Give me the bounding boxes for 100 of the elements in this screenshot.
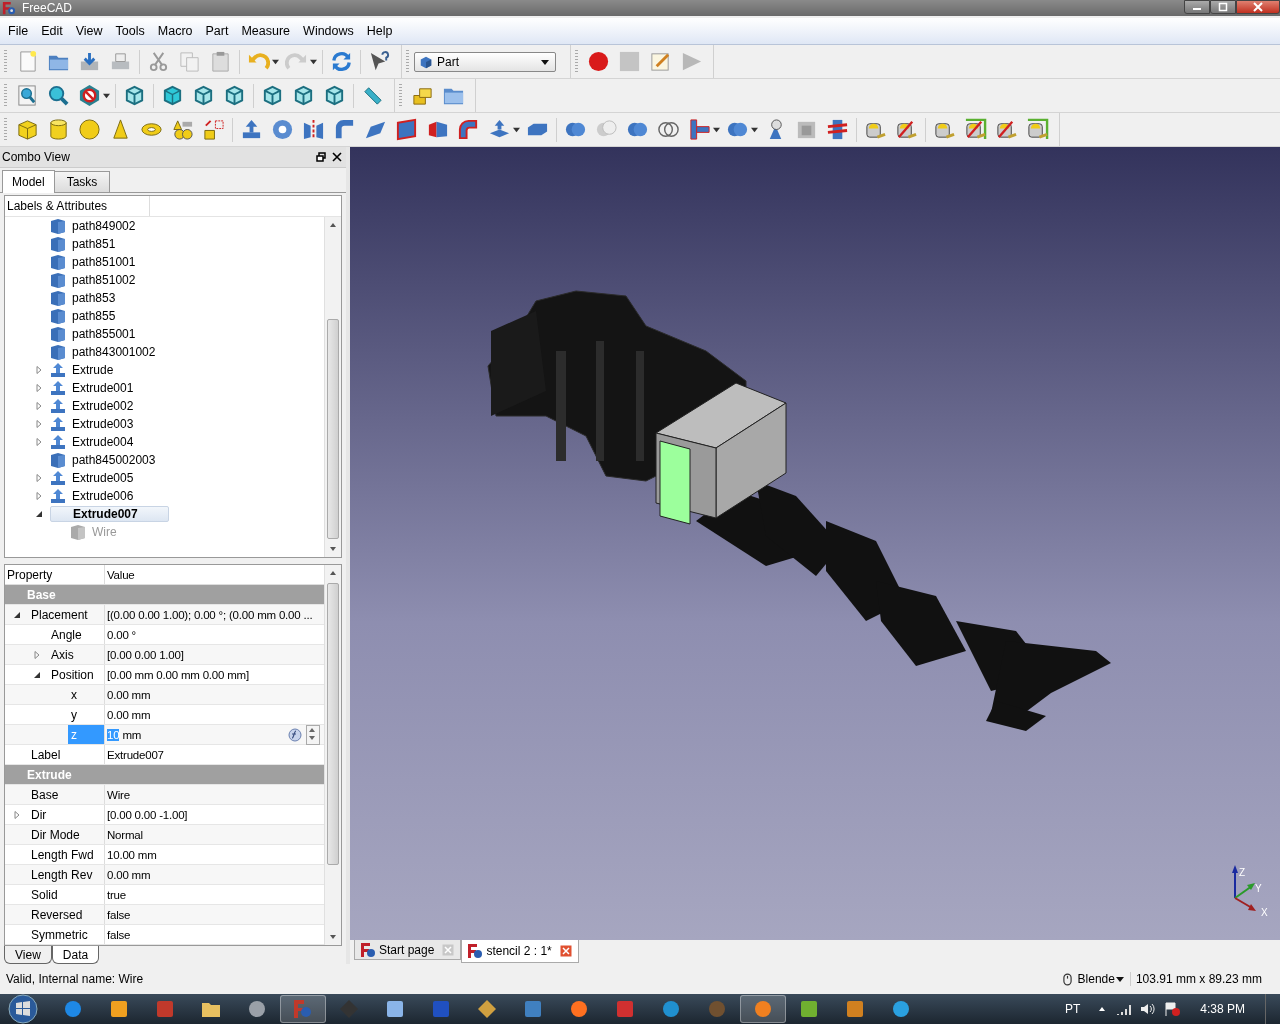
- menu-item[interactable]: Windows: [298, 22, 362, 40]
- flag-icon[interactable]: [1164, 1002, 1181, 1016]
- start-button[interactable]: [8, 994, 38, 1024]
- save-icon[interactable]: [78, 50, 101, 73]
- app-icon[interactable]: [753, 999, 773, 1019]
- wireframe-cube-icon[interactable]: [323, 84, 346, 107]
- caret-icon[interactable]: [751, 126, 758, 133]
- measure-icon[interactable]: [964, 118, 987, 141]
- measure-icon[interactable]: [1026, 118, 1049, 141]
- shape-builder-icon[interactable]: [202, 118, 225, 141]
- maximize-button[interactable]: [1210, 0, 1236, 14]
- expand-arrow-icon[interactable]: [35, 509, 43, 518]
- caret-icon[interactable]: [310, 58, 317, 65]
- document-tab[interactable]: Start page: [354, 940, 462, 960]
- tree-item[interactable]: Extrude004: [72, 433, 138, 450]
- property-name[interactable]: Length Fwd: [28, 845, 104, 865]
- face-icon[interactable]: [395, 118, 418, 141]
- calculator-icon[interactable]: [385, 999, 405, 1019]
- measure-icon[interactable]: [995, 118, 1018, 141]
- app-icon[interactable]: [845, 999, 865, 1019]
- scroll-up-icon[interactable]: [330, 571, 336, 576]
- app-icon[interactable]: [109, 999, 129, 1019]
- fillet-icon[interactable]: [333, 118, 356, 141]
- expand-arrow-icon[interactable]: [33, 670, 41, 679]
- caret-icon[interactable]: [103, 92, 110, 99]
- browser-icon[interactable]: [63, 999, 83, 1019]
- property-name[interactable]: Dir: [28, 805, 104, 825]
- float-panel-icon[interactable]: [316, 151, 326, 162]
- property-name[interactable]: Symmetric: [28, 925, 104, 945]
- tree-item[interactable]: path851: [72, 235, 120, 252]
- ruler-icon[interactable]: [361, 84, 384, 107]
- join-icon[interactable]: [688, 118, 711, 141]
- tab[interactable]: View: [4, 946, 52, 964]
- speaker-icon[interactable]: [1140, 1002, 1157, 1016]
- property-name[interactable]: Length Rev: [28, 865, 104, 885]
- notepad-icon[interactable]: [649, 50, 672, 73]
- scroll-up-icon[interactable]: [330, 222, 336, 227]
- menu-item[interactable]: Help: [361, 22, 401, 40]
- clipboard-icon[interactable]: [209, 50, 232, 73]
- menu-item[interactable]: Part: [200, 22, 237, 40]
- value-input-field[interactable]: 10 mm: [107, 728, 284, 741]
- property-name[interactable]: Solid: [28, 885, 104, 905]
- caret-icon[interactable]: [713, 126, 720, 133]
- tree-item[interactable]: Extrude006: [72, 487, 138, 504]
- column-header[interactable]: Labels & Attributes: [5, 195, 150, 216]
- browser-icon[interactable]: [569, 999, 589, 1019]
- cube-icon[interactable]: [161, 84, 184, 107]
- tree-item[interactable]: path845002003: [72, 451, 160, 468]
- property-name[interactable]: x: [68, 685, 104, 705]
- caret-icon[interactable]: [272, 58, 279, 65]
- property-name[interactable]: Base: [28, 785, 104, 805]
- property-name[interactable]: Axis: [48, 645, 104, 665]
- property-name[interactable]: Label: [28, 745, 104, 765]
- tree-item[interactable]: Extrude002: [72, 397, 138, 414]
- no-sign-icon[interactable]: [78, 84, 101, 107]
- menu-item[interactable]: Tools: [110, 22, 153, 40]
- workbench-dropdown[interactable]: Part: [414, 51, 556, 72]
- tree-item[interactable]: path855001: [72, 325, 140, 342]
- property-name[interactable]: Angle: [48, 625, 104, 645]
- cylinder-icon[interactable]: [47, 118, 70, 141]
- tree-item[interactable]: path843001002: [72, 343, 160, 360]
- property-name[interactable]: Position: [48, 665, 104, 685]
- record-icon[interactable]: [587, 50, 610, 73]
- tab[interactable]: Model: [2, 169, 55, 193]
- wireframe-cube-icon[interactable]: [261, 84, 284, 107]
- minimize-button[interactable]: [1184, 0, 1210, 14]
- zoom-icon[interactable]: [47, 84, 70, 107]
- expand-arrow-icon[interactable]: [13, 610, 21, 619]
- refresh-icon[interactable]: [330, 50, 353, 73]
- scissors-icon[interactable]: [147, 50, 170, 73]
- scrollbar[interactable]: [324, 565, 341, 946]
- signal-icon[interactable]: [1116, 1002, 1133, 1016]
- column-header[interactable]: Property: [5, 565, 105, 585]
- cube-icon[interactable]: [16, 118, 39, 141]
- column-header[interactable]: Value: [105, 565, 324, 585]
- scroll-down-icon[interactable]: [330, 547, 336, 552]
- document-tab[interactable]: stencil 2 : 1*: [461, 940, 579, 963]
- tree-item[interactable]: Extrude003: [72, 415, 138, 432]
- property-name[interactable]: Dir Mode: [28, 825, 104, 845]
- formula-icon[interactable]: [288, 727, 302, 742]
- scrollbar[interactable]: [324, 216, 341, 558]
- clock[interactable]: 4:38 PM: [1200, 1002, 1245, 1016]
- wireframe-cube-icon[interactable]: [123, 84, 146, 107]
- primitives-icon[interactable]: [171, 118, 194, 141]
- app-icon[interactable]: [477, 999, 497, 1019]
- tray-arrow-icon[interactable]: [1098, 1005, 1107, 1013]
- tree-item[interactable]: Extrude: [72, 361, 118, 378]
- language-indicator[interactable]: PT: [1064, 1002, 1081, 1016]
- measure-icon[interactable]: [895, 118, 918, 141]
- close-button[interactable]: [1236, 0, 1280, 14]
- property-name[interactable]: Placement: [28, 605, 104, 625]
- sliced-block-icon[interactable]: [826, 118, 849, 141]
- menu-item[interactable]: View: [70, 22, 111, 40]
- tree-item[interactable]: Extrude001: [72, 379, 138, 396]
- tree-item[interactable]: path853: [72, 289, 120, 306]
- revolve-icon[interactable]: [271, 118, 294, 141]
- mirror-icon[interactable]: [302, 118, 325, 141]
- menu-item[interactable]: Edit: [36, 22, 71, 40]
- wireframe-cube-icon[interactable]: [223, 84, 246, 107]
- tab[interactable]: Data: [51, 946, 100, 964]
